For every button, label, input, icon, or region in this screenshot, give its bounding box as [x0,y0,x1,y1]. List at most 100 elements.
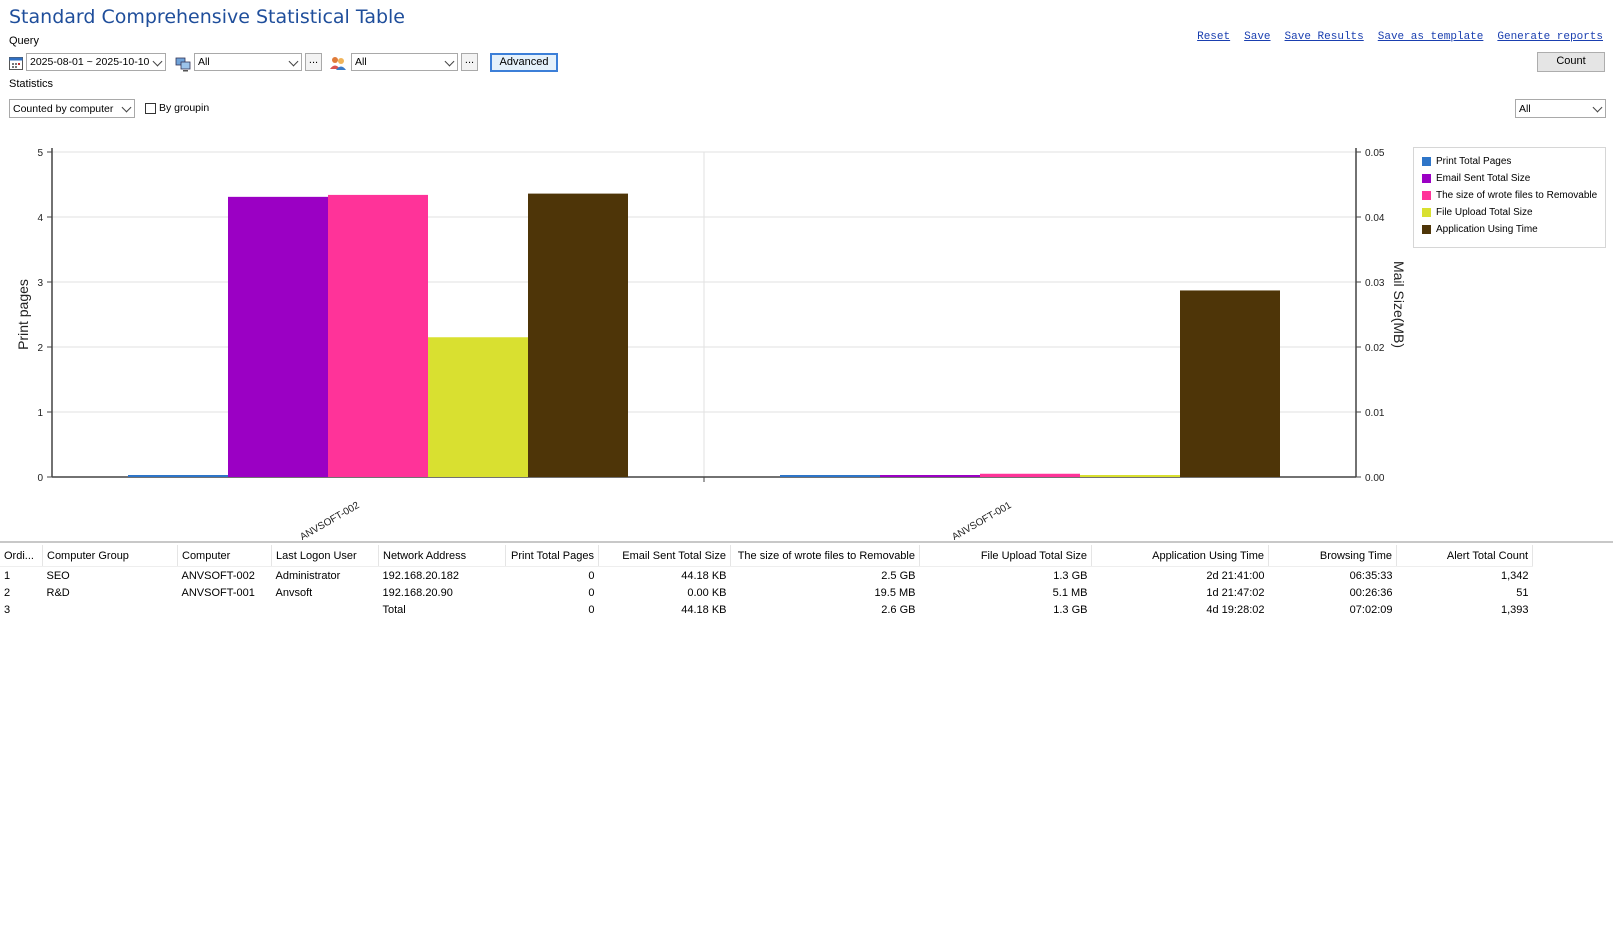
computer-browse-button[interactable]: ... [305,53,322,71]
y-tick-label: 1 [37,408,43,419]
x-tick-label: ANVSOFT-001 [950,500,1014,540]
legend-label: Email Sent Total Size [1436,173,1531,184]
bar-application-using-time [528,193,628,477]
reset-link[interactable]: Reset [1197,31,1230,43]
cell-upload: 5.1 MB [1052,586,1088,599]
table-row[interactable]: 2 R&D ANVSOFT-001 Anvsoft 192.168.20.90 … [0,584,1533,601]
bar-print-total-pages [128,475,228,477]
chevron-down-icon [1592,102,1603,113]
col-header[interactable]: Computer [177,545,272,567]
statistics-filter-value: All [1519,102,1531,115]
legend-label: Print Total Pages [1436,156,1512,167]
cell-app-time: 4d 19:28:02 [1206,603,1265,616]
cell-upload: 1.3 GB [1053,569,1088,582]
toolbar-links: Reset Save Save Results Save as template… [1197,31,1603,43]
legend-item-email: Email Sent Total Size [1422,173,1530,184]
cell-ordinal: 3 [4,603,11,616]
bar-email-sent-total-size [880,475,980,477]
y-axis-title: Print pages [15,279,31,350]
legend-item-upload: File Upload Total Size [1422,207,1533,218]
table-header-row: Ordi... Computer Group Computer Last Log… [0,545,1533,567]
legend-label: The size of wrote files to Removable [1436,190,1598,201]
by-grouping-label: By groupin [159,102,209,114]
cell-print: 0 [588,569,595,582]
cell-app-time: 1d 21:47:02 [1206,586,1265,599]
user-browse-button[interactable]: ... [461,53,478,71]
statistics-mode-value: Counted by computer [13,102,114,115]
y2-tick-label: 0.00 [1365,473,1385,484]
cell-browsing: 07:02:09 [1349,603,1393,616]
user-filter-value: All [355,56,367,68]
computer-filter-select[interactable]: All [194,53,302,71]
cell-user: Administrator [275,569,341,582]
cell-address: 192.168.20.90 [382,586,453,599]
col-header[interactable]: Network Address [378,545,506,567]
col-header[interactable]: Last Logon User [271,545,379,567]
y2-tick-label: 0.03 [1365,278,1385,289]
bar-application-using-time [1180,290,1280,477]
y-tick-label: 0 [37,473,43,484]
calendar-icon[interactable] [9,56,23,70]
cell-user [272,601,379,618]
advanced-button[interactable]: Advanced [490,53,558,72]
users-icon[interactable] [330,56,346,70]
cell-ordinal: 2 [4,586,11,599]
cell-app-time: 2d 21:41:00 [1206,569,1265,582]
y2-tick-label: 0.05 [1365,148,1385,159]
legend-item-removable: The size of wrote files to Removable [1422,190,1597,201]
col-header[interactable]: Ordi... [0,545,43,567]
chevron-down-icon [288,56,299,67]
bar-the-size-of-wrote-files-to-removable [980,473,1080,477]
cell-alerts: 1,393 [1500,603,1529,616]
count-button[interactable]: Count [1537,52,1605,72]
legend-item-print: Print Total Pages [1422,156,1511,167]
statistics-chart: 0 0.00 1 0.01 2 0.02 3 0.03 4 0.04 5 0.05 ANVSOFT-00… [15,148,1407,540]
legend-swatch [1422,225,1431,234]
cell-address: 192.168.20.182 [382,569,459,582]
cell-print: 0 [588,586,595,599]
legend-label: Application Using Time [1436,224,1538,235]
legend-swatch [1422,191,1431,200]
cell-removable: 19.5 MB [874,586,916,599]
cell-computer: ANVSOFT-001 [181,586,255,599]
computer-filter-value: All [198,56,210,68]
cell-browsing: 06:35:33 [1349,569,1393,582]
table-row-total[interactable]: 3 Total 0 44.18 KB 2.6 GB 1.3 GB 4d 19:2… [0,601,1533,618]
bar-file-upload-total-size [428,337,528,477]
col-header[interactable]: Print Total Pages [505,545,599,567]
statistics-table: Ordi... Computer Group Computer Last Log… [0,545,1533,618]
generate-reports-link[interactable]: Generate reports [1497,31,1603,43]
col-header[interactable]: Browsing Time [1268,545,1397,567]
computer-group-icon[interactable] [175,56,191,72]
chevron-down-icon [121,102,132,113]
y2-axis-title: Mail Size(MB) [1391,261,1407,348]
date-range-value: 2025-08-01 ~ 2025-10-10 [30,56,150,68]
legend-swatch [1422,208,1431,217]
date-range-select[interactable]: 2025-08-01 ~ 2025-10-10 [26,53,166,71]
col-header[interactable]: File Upload Total Size [919,545,1092,567]
cell-alerts: 51 [1516,586,1529,599]
save-as-template-link[interactable]: Save as template [1378,31,1484,43]
cell-email: 0.00 KB [687,586,727,599]
statistics-label: Statistics [9,78,54,90]
save-link[interactable]: Save [1244,31,1270,43]
legend-swatch [1422,157,1431,166]
chevron-down-icon [152,56,163,67]
col-header[interactable]: Alert Total Count [1396,545,1533,567]
chart-legend: Print Total Pages Email Sent Total Size … [1413,147,1606,248]
col-header[interactable]: Email Sent Total Size [598,545,731,567]
statistics-filter-select[interactable]: All [1515,99,1606,118]
y-tick-label: 4 [37,213,43,224]
col-header[interactable]: Computer Group [42,545,178,567]
bar-the-size-of-wrote-files-to-removable [328,194,428,477]
col-header[interactable]: Application Using Time [1091,545,1269,567]
save-results-link[interactable]: Save Results [1285,31,1364,43]
by-grouping-checkbox[interactable] [145,103,156,114]
user-filter-select[interactable]: All [351,53,458,71]
y2-tick-label: 0.04 [1365,213,1385,224]
statistics-mode-select[interactable]: Counted by computer [9,99,135,118]
table-row[interactable]: 1 SEO ANVSOFT-002 Administrator 192.168.… [0,567,1533,585]
cell-user: Anvsoft [275,586,313,599]
cell-ordinal: 1 [4,569,11,582]
col-header[interactable]: The size of wrote files to Removable [730,545,920,567]
